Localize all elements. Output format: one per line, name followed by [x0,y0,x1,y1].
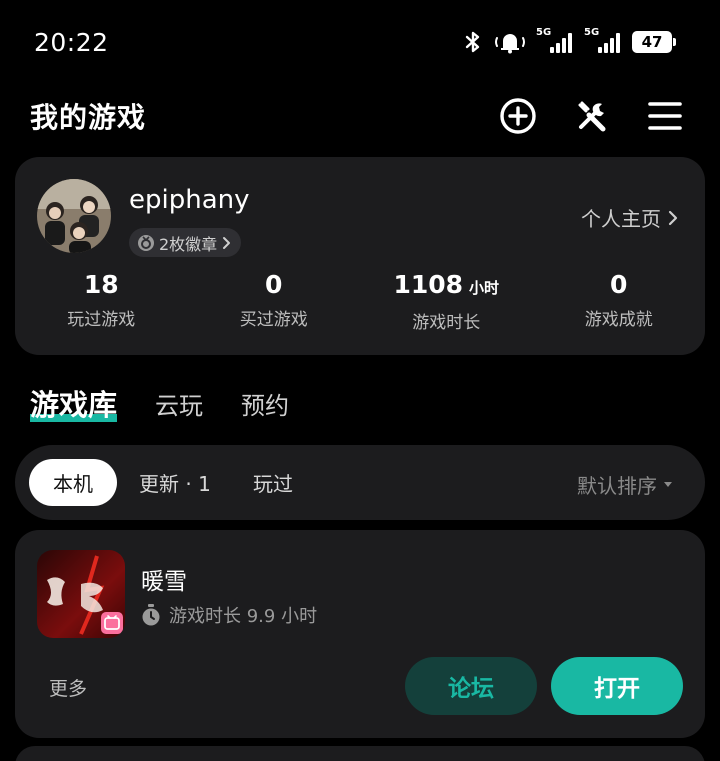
username: epiphany [129,185,250,215]
caret-down-icon [664,481,672,487]
library-tabs: 游戏库 云玩 预约 [30,378,327,428]
signal-1-icon: 5G [536,27,574,53]
stat-label: 游戏成就 [584,310,653,330]
filter-local[interactable]: 本机 [29,459,117,506]
menu-icon [648,102,682,130]
status-icons: 5G 5G 47 [462,27,676,54]
add-button[interactable] [496,94,540,138]
bluetooth-icon [465,31,480,53]
sort-dropdown[interactable]: 默认排序 [577,470,673,499]
network-type-2: 5G [584,27,600,38]
header: 我的游戏 [0,86,720,146]
battery-icon: 47 [632,31,676,53]
sort-label: 默认排序 [577,474,657,498]
playtime-text: 游戏时长 9.9 小时 [169,606,318,627]
badge-count: 2枚徽章 [159,234,218,254]
game-name: 暖雪 [141,569,187,595]
profile-link-label: 个人主页 [581,207,661,231]
stat-achievements[interactable]: 0 游戏成就 [533,269,706,333]
profile-link[interactable]: 个人主页 [581,203,679,232]
forum-button[interactable]: 论坛 [405,657,537,715]
next-game-card[interactable] [15,746,705,761]
tab-reservations[interactable]: 预约 [241,386,289,421]
stat-label: 买过游戏 [239,310,308,330]
stat-unit: 小时 [469,279,500,297]
chevron-right-icon [668,210,678,225]
stat-label: 游戏时长 [412,313,481,333]
tab-cloud-play[interactable]: 云玩 [155,386,203,421]
stat-value: 0 [265,270,283,299]
status-time: 20:22 [34,28,109,57]
medal-icon [138,234,154,251]
filter-updates[interactable]: 更新 · 1 [139,459,211,506]
game-playtime: 游戏时长 9.9 小时 [141,602,317,628]
filter-played[interactable]: 玩过 [253,459,293,506]
add-circle-icon [500,98,536,134]
status-bar: 20:22 5G 5G 47 [0,0,720,86]
tools-button[interactable] [570,94,614,138]
more-link[interactable]: 更多 [49,674,87,701]
stats-row: 18 玩过游戏 0 买过游戏 1108 小时 游戏时长 0 游戏成就 [15,269,705,333]
network-type-1: 5G [536,27,552,38]
stat-label: 玩过游戏 [67,310,136,330]
signal-2-icon: 5G [584,27,622,53]
page-title: 我的游戏 [30,101,147,134]
tab-library[interactable]: 游戏库 [30,382,118,424]
chevron-right-icon [223,236,231,249]
filter-bar: 本机 更新 · 1 玩过 默认排序 [15,445,705,520]
stat-purchased[interactable]: 0 买过游戏 [188,269,361,333]
stat-value: 1108 [393,270,464,299]
tab-label: 云玩 [155,391,204,420]
stat-value: 18 [83,270,119,299]
game-card[interactable]: 暖雪 游戏时长 9.9 小时 更多 论坛 打开 [15,530,705,738]
tab-label: 游戏库 [30,388,118,422]
avatar[interactable] [37,179,111,253]
vibrate-bell-icon [495,34,525,54]
stopwatch-icon [142,604,160,626]
tools-icon [578,101,606,132]
badge-chip[interactable]: 2枚徽章 [129,228,242,257]
stat-playtime[interactable]: 1108 小时 游戏时长 [360,269,533,333]
open-button[interactable]: 打开 [551,657,683,715]
stat-value: 0 [610,270,628,299]
stat-played[interactable]: 18 玩过游戏 [15,269,188,333]
game-icon[interactable] [37,550,125,638]
battery-level: 47 [632,31,672,53]
tab-label: 预约 [241,391,290,420]
profile-card: epiphany 2枚徽章 个人主页 18 玩过游戏 0 买过游戏 1108 小时… [15,157,705,355]
menu-button[interactable] [643,94,687,138]
